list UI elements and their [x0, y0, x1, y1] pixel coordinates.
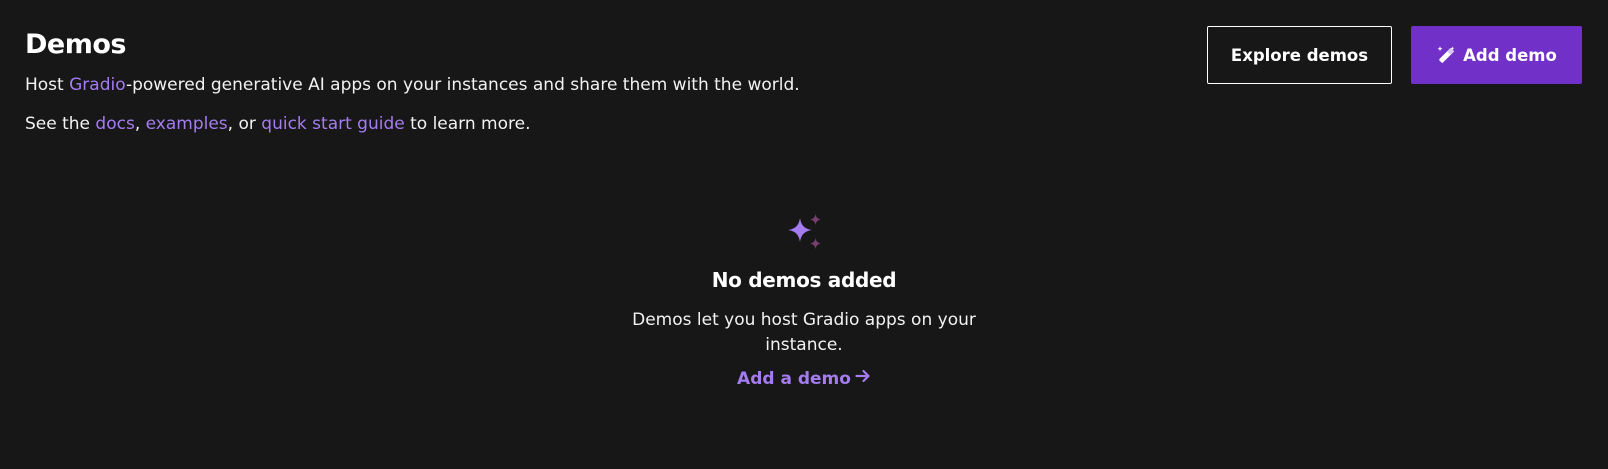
description-line-2: See the docs, examples, or quick start g…	[25, 113, 1175, 135]
desc-text: Host	[25, 75, 70, 95]
desc-text: to learn more.	[404, 114, 531, 134]
desc-text: ,	[134, 114, 146, 134]
empty-state: No demos added Demos let you host Gradio…	[604, 214, 1004, 389]
description-line-1: Host Gradio-powered generative AI apps o…	[25, 74, 1175, 96]
page-title: Demos	[25, 29, 126, 60]
examples-link[interactable]: examples	[146, 114, 228, 134]
add-demo-label: Add demo	[1463, 45, 1557, 65]
arrow-right-icon	[855, 368, 871, 389]
header-actions: Explore demos Add demo	[1207, 26, 1582, 84]
explore-demos-button[interactable]: Explore demos	[1207, 26, 1392, 84]
empty-state-title: No demos added	[711, 268, 897, 292]
desc-text: -powered generative AI apps on your inst…	[125, 75, 800, 95]
explore-demos-label: Explore demos	[1230, 45, 1369, 65]
gradio-link[interactable]: Gradio	[69, 75, 126, 95]
desc-text: , or	[227, 114, 262, 134]
empty-state-text: Demos let you host Gradio apps on your i…	[632, 310, 976, 355]
add-demo-button[interactable]: Add demo	[1411, 26, 1582, 84]
quick-start-guide-link[interactable]: quick start guide	[261, 114, 404, 134]
add-a-demo-label: Add a demo	[737, 368, 851, 389]
page-header: Demos Host Gradio-powered generative AI …	[25, 28, 1175, 135]
docs-link[interactable]: docs	[95, 114, 134, 134]
magic-wand-icon	[1436, 45, 1456, 65]
desc-text: See the	[25, 114, 96, 134]
add-a-demo-link[interactable]: Add a demo	[737, 368, 871, 389]
sparkle-icon	[604, 214, 1004, 256]
